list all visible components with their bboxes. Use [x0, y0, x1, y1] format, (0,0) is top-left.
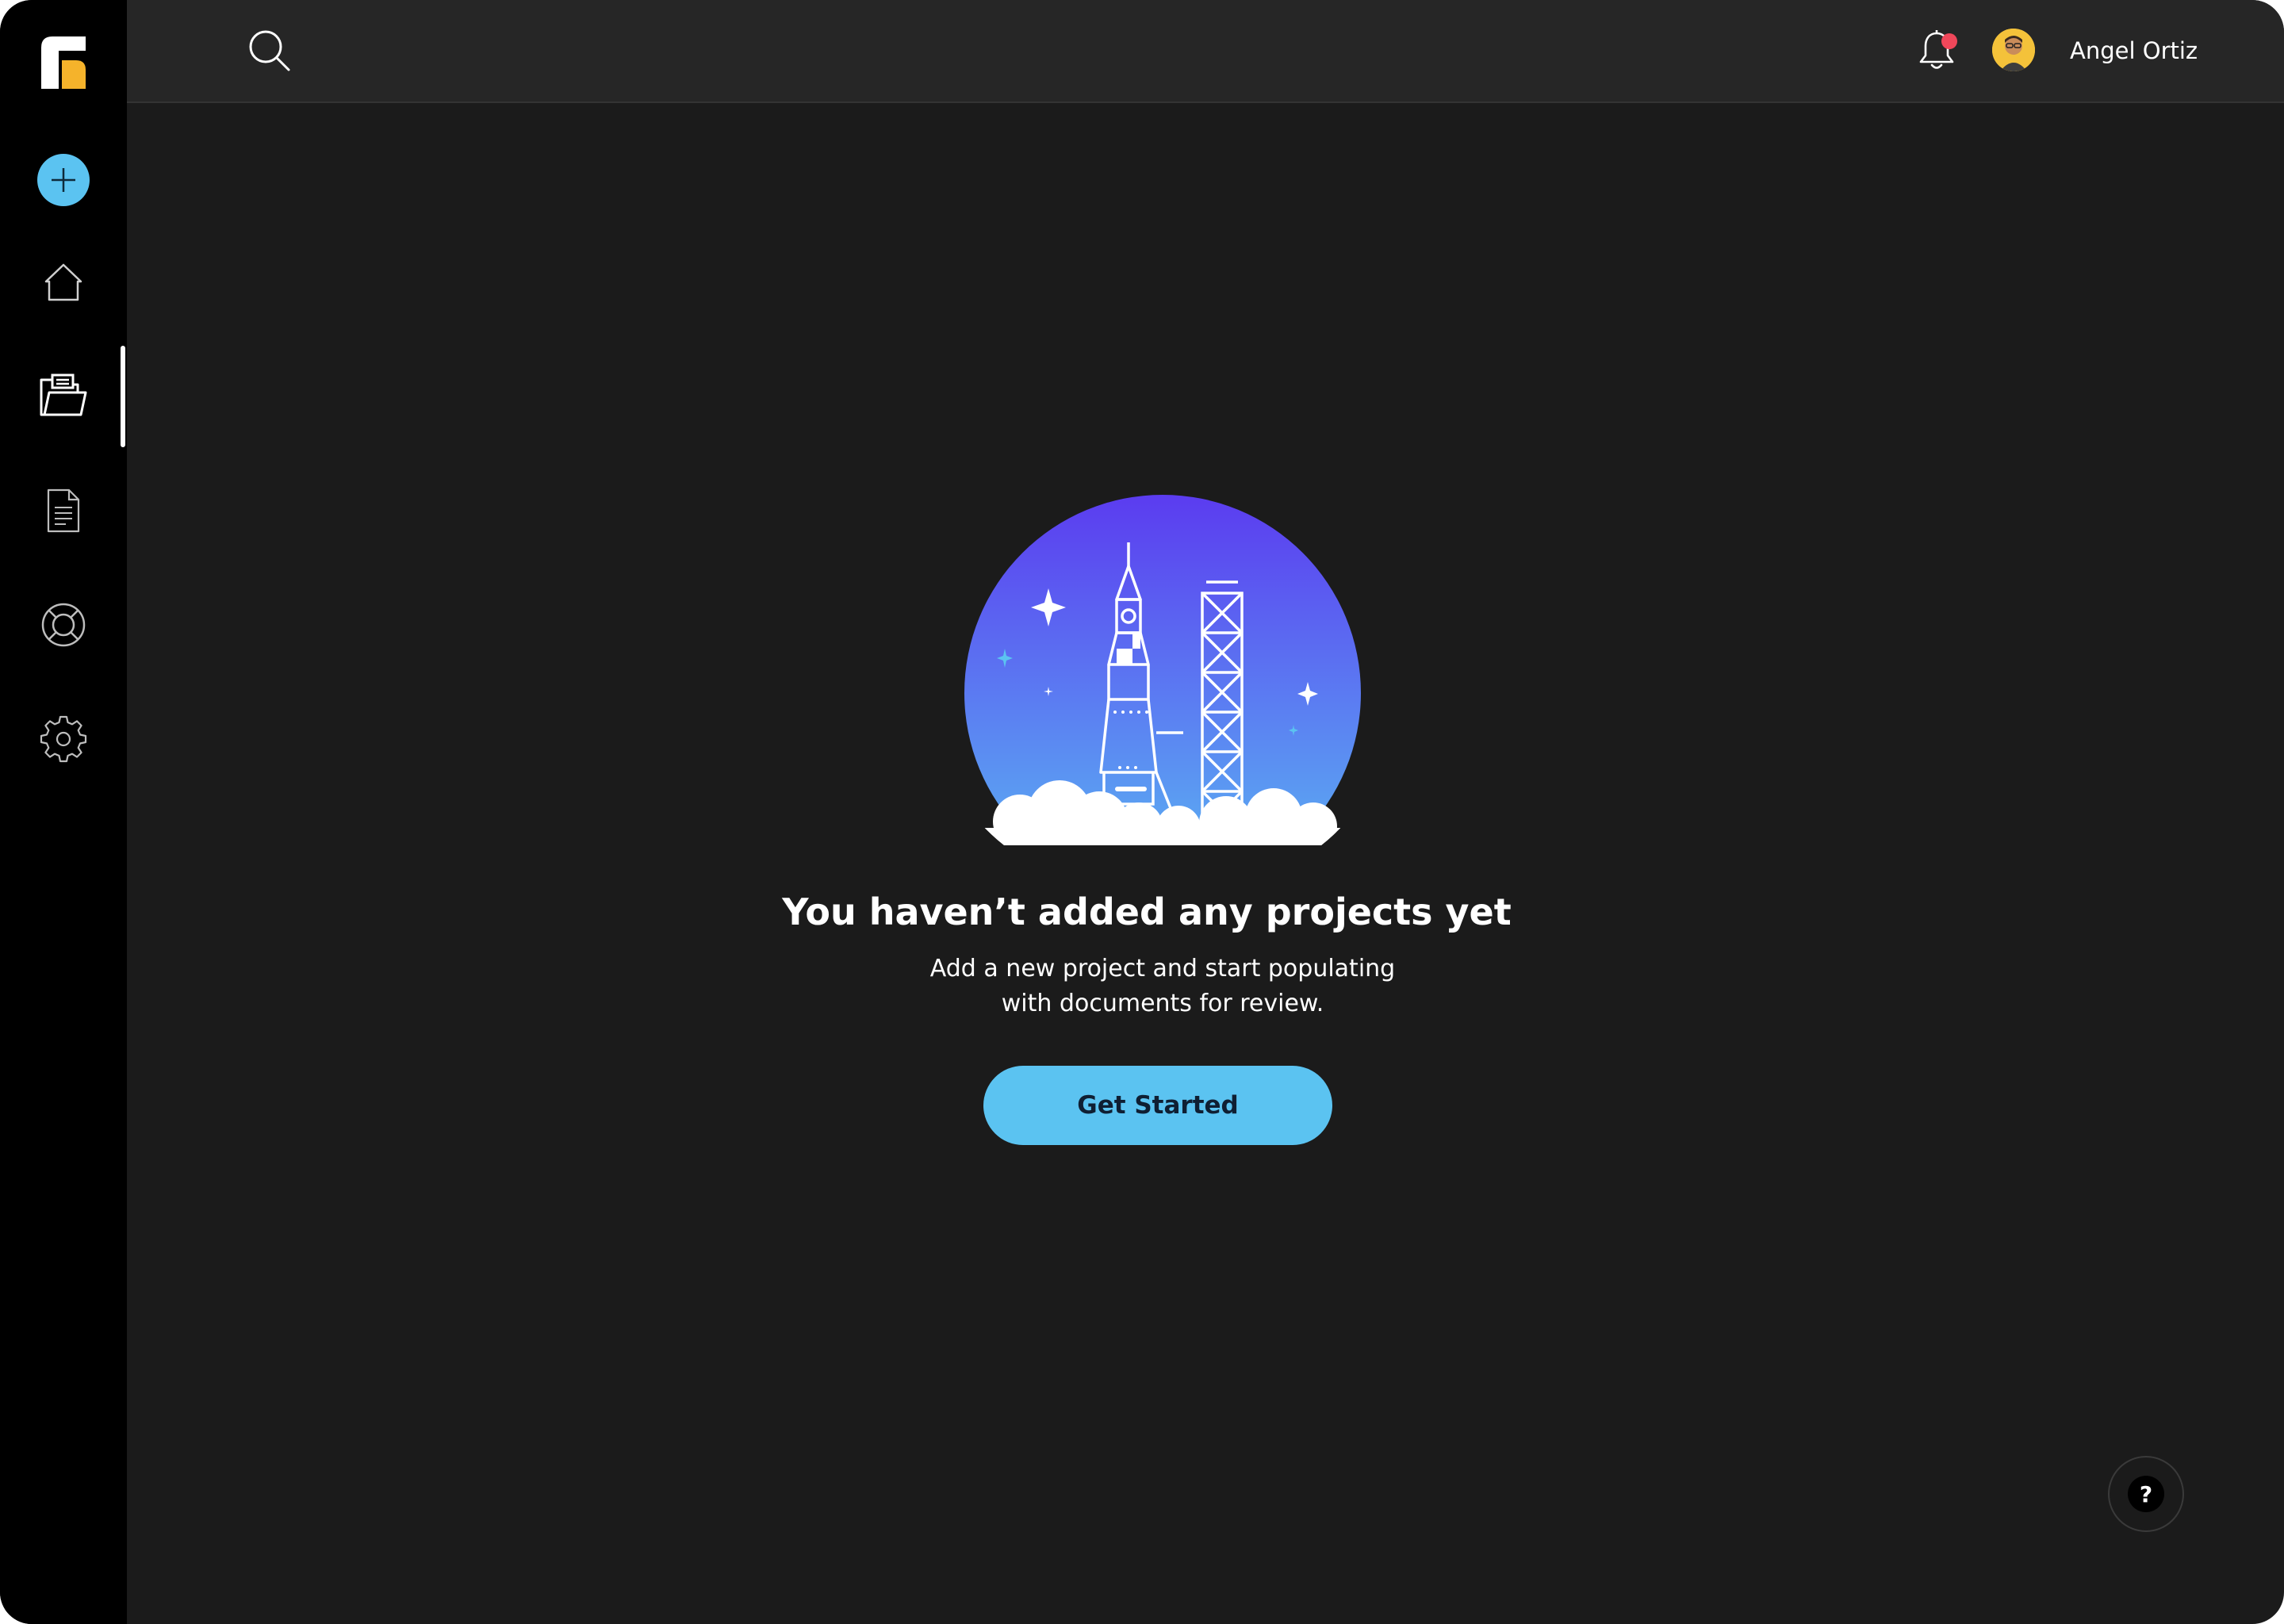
app-window: Angel Ortiz You haven’t added any projec… [0, 0, 2284, 1624]
notification-badge [1941, 33, 1957, 49]
empty-state-description-line1: Add a new project and start populating [929, 955, 1396, 982]
top-bar: Angel Ortiz [127, 0, 2284, 103]
empty-state-description-line2: with documents for review. [1001, 990, 1324, 1017]
search-icon[interactable] [246, 27, 295, 76]
sidebar [0, 0, 127, 1624]
app-logo[interactable] [41, 36, 86, 89]
empty-state-title: You haven’t added any projects yet [782, 891, 1512, 933]
add-project-button[interactable] [37, 154, 90, 206]
sidebar-item-settings[interactable] [30, 706, 97, 772]
document-icon [47, 488, 80, 533]
notifications-button[interactable] [1914, 29, 1959, 73]
home-icon [44, 263, 82, 301]
sidebar-item-projects[interactable] [30, 363, 97, 430]
active-nav-indicator [121, 346, 125, 447]
sidebar-item-home[interactable] [30, 249, 97, 316]
plus-icon [52, 168, 75, 192]
gear-icon [40, 715, 87, 763]
folder-open-icon [40, 373, 87, 416]
avatar[interactable] [1992, 29, 2035, 71]
sidebar-item-documents[interactable] [30, 477, 97, 544]
empty-state-description: Add a new project and start populating w… [841, 952, 1485, 1021]
help-icon: ? [2128, 1476, 2164, 1512]
sidebar-item-support[interactable] [30, 592, 97, 658]
lifebuoy-icon [41, 603, 86, 647]
get-started-button[interactable]: Get Started [983, 1066, 1332, 1145]
user-name[interactable]: Angel Ortiz [2070, 35, 2198, 67]
rocket-launch-illustration [964, 495, 1361, 846]
help-button[interactable]: ? [2108, 1456, 2184, 1532]
